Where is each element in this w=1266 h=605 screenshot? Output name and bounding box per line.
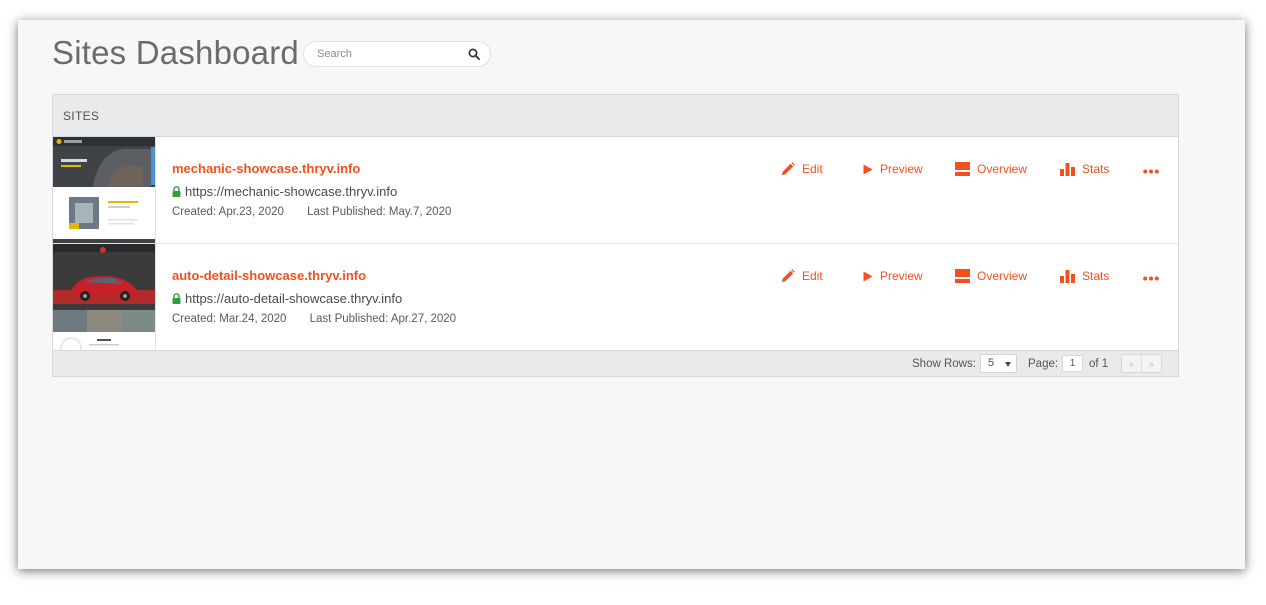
edit-button[interactable]: Edit [781, 266, 823, 286]
search-icon[interactable] [468, 48, 480, 60]
auto-detail-site-thumbnail[interactable] [53, 244, 156, 350]
overview-button[interactable]: Overview [955, 266, 1027, 286]
next-page-button[interactable]: » [1141, 355, 1161, 372]
chevron-down-icon [1005, 362, 1011, 367]
site-url: https://auto-detail-showcase.thryv.info [172, 291, 402, 306]
pencil-icon [782, 269, 795, 282]
page-title: Sites Dashboard [52, 34, 299, 71]
pencil-icon [782, 162, 795, 175]
play-icon [863, 164, 873, 174]
preview-button[interactable]: Preview [863, 159, 923, 179]
search-box[interactable] [303, 41, 491, 67]
previous-page-button[interactable]: « [1122, 355, 1141, 372]
lock-icon [172, 293, 181, 304]
site-thumbnail-image [53, 137, 155, 243]
overview-label: Overview [977, 269, 1028, 283]
bar-chart-icon [1060, 270, 1075, 283]
overview-button[interactable]: Overview [955, 159, 1027, 179]
overview-icon [955, 269, 970, 283]
play-icon [863, 271, 873, 281]
site-meta: Created: Mar.24, 2020 Last Published: Ap… [172, 313, 456, 325]
show-rows-label: Show Rows: [912, 358, 976, 370]
ellipsis-icon [1143, 276, 1159, 280]
preview-label: Preview [880, 269, 923, 283]
page-total: of 1 [1089, 358, 1109, 370]
lock-icon [172, 186, 181, 197]
site-thumbnail-image [53, 244, 155, 350]
more-options-button[interactable] [1143, 268, 1166, 288]
edit-label: Edit [802, 162, 823, 176]
site-url-text: https://mechanic-showcase.thryv.info [185, 184, 398, 199]
last-published-date: Last Published: Apr.27, 2020 [309, 313, 457, 325]
pagination-bar: Show Rows: 5 Page: 1 of 1 « » [53, 350, 1178, 376]
overview-label: Overview [977, 162, 1028, 176]
pager-buttons: « » [1121, 354, 1162, 373]
stats-label: Stats [1082, 162, 1110, 176]
ellipsis-icon [1143, 169, 1159, 173]
stats-button[interactable]: Stats [1060, 266, 1109, 286]
stats-button[interactable]: Stats [1060, 159, 1109, 179]
page-label: Page: [1028, 358, 1059, 370]
site-row: mechanic-showcase.thryv.info https://mec… [53, 137, 1178, 244]
bar-chart-icon [1060, 163, 1075, 176]
sites-panel: SITES mechanic-showcase.thryv.info https… [52, 94, 1179, 377]
overview-icon [955, 162, 970, 176]
sites-panel-header: SITES [53, 95, 1178, 137]
page-number-input[interactable]: 1 [1062, 355, 1083, 372]
search-input[interactable] [317, 48, 468, 60]
app-window: Sites Dashboard SITES [18, 20, 1245, 569]
more-options-button[interactable] [1143, 161, 1166, 181]
preview-label: Preview [880, 162, 923, 176]
site-url-text: https://auto-detail-showcase.thryv.info [185, 291, 403, 306]
created-date: Created: Apr.23, 2020 [172, 206, 284, 218]
site-actions: Edit Preview Overview Stats [53, 159, 1178, 179]
stats-label: Stats [1082, 269, 1110, 283]
site-row: auto-detail-showcase.thryv.info https://… [53, 244, 1178, 351]
created-date: Created: Mar.24, 2020 [172, 313, 287, 325]
edit-label: Edit [802, 269, 823, 283]
edit-button[interactable]: Edit [781, 159, 823, 179]
last-published-date: Last Published: May.7, 2020 [307, 206, 452, 218]
mechanic-site-thumbnail[interactable] [53, 137, 156, 243]
site-url: https://mechanic-showcase.thryv.info [172, 184, 397, 199]
site-meta: Created: Apr.23, 2020 Last Published: Ma… [172, 206, 451, 218]
rows-per-page-select[interactable]: 5 [980, 354, 1017, 373]
rows-per-page-value: 5 [988, 357, 995, 369]
preview-button[interactable]: Preview [863, 266, 923, 286]
site-actions: Edit Preview Overview Stats [53, 266, 1178, 286]
